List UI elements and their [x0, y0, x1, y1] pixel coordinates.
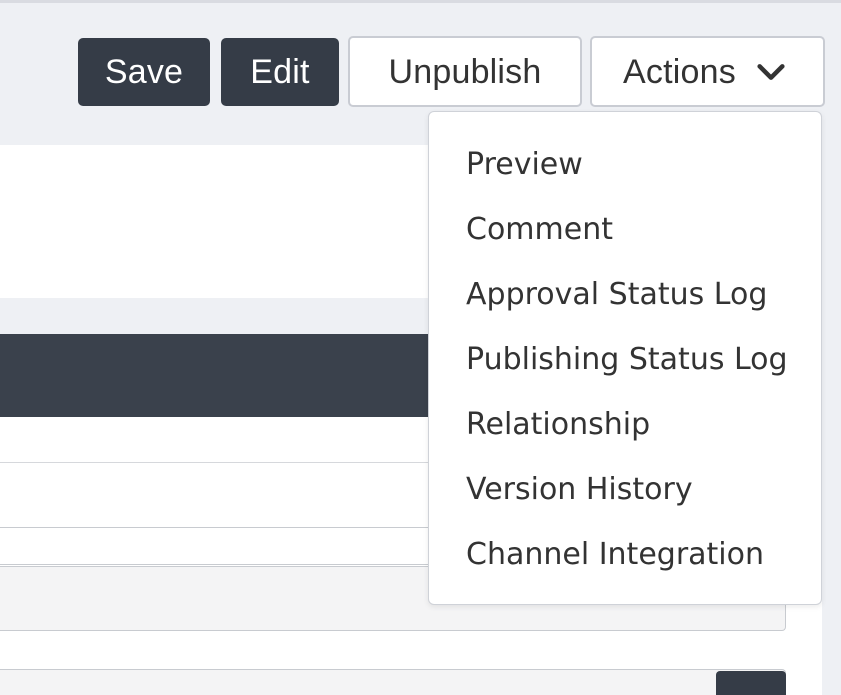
menu-item-version-history[interactable]: Version History: [466, 475, 693, 505]
menu-item-channel-integration[interactable]: Channel Integration: [466, 540, 764, 570]
actions-button-label: Actions: [623, 52, 736, 91]
chevron-down-icon: [757, 63, 785, 80]
menu-item-preview[interactable]: Preview: [466, 150, 583, 180]
actions-dropdown-menu: Preview Comment Approval Status Log Publ…: [428, 111, 822, 605]
top-divider: [0, 0, 841, 3]
menu-item-comment[interactable]: Comment: [466, 215, 613, 245]
form-field-lower[interactable]: [0, 669, 786, 695]
actions-dropdown-button[interactable]: Actions: [590, 36, 825, 107]
menu-item-publishing-status-log[interactable]: Publishing Status Log: [466, 345, 788, 375]
page: Save Edit Unpublish Actions Preview Comm…: [0, 0, 841, 695]
unpublish-button[interactable]: Unpublish: [348, 36, 582, 107]
save-button[interactable]: Save: [78, 38, 210, 106]
menu-item-approval-status-log[interactable]: Approval Status Log: [466, 280, 767, 310]
edit-button[interactable]: Edit: [221, 38, 339, 106]
right-margin: [822, 145, 841, 695]
menu-item-relationship[interactable]: Relationship: [466, 410, 650, 440]
field-expand-button[interactable]: [716, 671, 786, 695]
